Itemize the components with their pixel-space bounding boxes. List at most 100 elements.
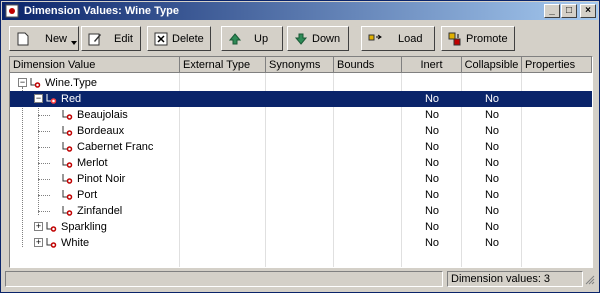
- toolbar: New Edit Delete Up Down Load Promote: [5, 26, 597, 54]
- tree-row-cabernet-franc[interactable]: Cabernet Franc No No: [10, 139, 592, 155]
- down-button[interactable]: Down: [287, 26, 349, 51]
- tree-row-red[interactable]: − Red No No: [10, 91, 592, 107]
- arrow-down-icon: [294, 33, 308, 45]
- dimension-value-icon: [62, 206, 73, 216]
- dimension-value-label: White: [61, 237, 90, 249]
- collapse-toggle[interactable]: −: [34, 94, 43, 103]
- collapsible-value: No: [484, 109, 500, 121]
- inert-value: No: [424, 237, 440, 249]
- minimize-icon: _: [549, 5, 555, 16]
- collapsible-value: No: [484, 141, 500, 153]
- tree-row-white[interactable]: + White No No: [10, 235, 592, 251]
- minimize-button[interactable]: _: [544, 4, 560, 18]
- inert-value: No: [424, 125, 440, 137]
- inert-value: No: [424, 221, 440, 233]
- resize-grip-icon[interactable]: [585, 275, 595, 285]
- tree-row-port[interactable]: Port No No: [10, 187, 592, 203]
- collapsible-value: No: [484, 189, 500, 201]
- dimension-values-count: Dimension values: 3: [447, 271, 583, 287]
- tree-connector-line: [38, 179, 50, 180]
- tree-connector-line: [38, 211, 50, 212]
- tree-row-zinfandel[interactable]: Zinfandel No No: [10, 203, 592, 219]
- title-bar[interactable]: Dimension Values: Wine Type _ □ ×: [2, 2, 598, 20]
- dimension-value-label: Red: [61, 93, 82, 105]
- promote-button[interactable]: Promote: [441, 26, 515, 51]
- inert-value: No: [424, 93, 440, 105]
- dimension-value-label: Merlot: [77, 157, 108, 169]
- delete-label: Delete: [172, 33, 204, 45]
- column-header-properties[interactable]: Properties: [522, 57, 592, 73]
- column-header-external-type[interactable]: External Type: [180, 57, 266, 73]
- up-label: Up: [254, 33, 269, 45]
- tree-row-merlot[interactable]: Merlot No No: [10, 155, 592, 171]
- tree-connector-line: [38, 195, 50, 196]
- tree-connector-line: [38, 163, 50, 164]
- maximize-button[interactable]: □: [561, 4, 577, 18]
- tree-connector-line: [38, 115, 50, 116]
- dimension-value-icon: [62, 174, 73, 184]
- collapsible-value: No: [484, 173, 500, 185]
- new-label: New: [45, 33, 68, 45]
- dimension-value-icon: [46, 94, 57, 104]
- edit-icon: [88, 33, 101, 46]
- dimension-value-icon: [46, 222, 57, 232]
- column-header-dimension-value[interactable]: Dimension Value: [10, 57, 180, 73]
- tree-row-wine-type[interactable]: − Wine.Type: [10, 75, 592, 91]
- collapse-toggle[interactable]: −: [18, 78, 27, 87]
- dimension-value-icon: [46, 238, 57, 248]
- dimension-value-label: Beaujolais: [77, 109, 128, 121]
- collapsible-value: No: [484, 93, 500, 105]
- inert-value: No: [424, 189, 440, 201]
- dimension-value-label: Port: [77, 189, 98, 201]
- maximize-icon: □: [565, 5, 573, 16]
- status-panel-empty: [5, 271, 443, 287]
- dimension-value-label: Sparkling: [61, 221, 107, 233]
- edit-button[interactable]: Edit: [81, 26, 141, 51]
- dimension-value-icon: [62, 110, 73, 120]
- tree-row-bordeaux[interactable]: Bordeaux No No: [10, 123, 592, 139]
- tree-row-beaujolais[interactable]: Beaujolais No No: [10, 107, 592, 123]
- column-header-bounds[interactable]: Bounds: [334, 57, 402, 73]
- tree-connector-line: [38, 131, 50, 132]
- tree-row-pinot-noir[interactable]: Pinot Noir No No: [10, 171, 592, 187]
- column-header-inert[interactable]: Inert: [402, 57, 462, 73]
- inert-value: No: [424, 109, 440, 121]
- dimension-value-label: Bordeaux: [77, 125, 125, 137]
- dimension-values-grid[interactable]: Dimension Value External Type Synonyms B…: [9, 56, 593, 268]
- dimension-value-icon: [30, 78, 41, 88]
- dimension-value-label: Pinot Noir: [77, 173, 126, 185]
- tree-row-sparkling[interactable]: + Sparkling No No: [10, 219, 592, 235]
- dimension-value-label: Cabernet Franc: [77, 141, 154, 153]
- window-title: Dimension Values: Wine Type: [24, 5, 179, 17]
- collapsible-value: No: [484, 237, 500, 249]
- inert-value: No: [424, 157, 440, 169]
- load-button[interactable]: Load: [361, 26, 435, 51]
- collapsible-value: No: [484, 157, 500, 169]
- load-label: Load: [398, 33, 423, 45]
- edit-label: Edit: [114, 33, 133, 45]
- tree-connector-line: [38, 147, 50, 148]
- load-icon: [368, 34, 382, 41]
- arrow-up-icon: [228, 33, 242, 45]
- column-header-collapsible[interactable]: Collapsible: [462, 57, 522, 73]
- dimension-value-icon: [62, 142, 73, 152]
- inert-value: No: [424, 173, 440, 185]
- inert-value: No: [424, 141, 440, 153]
- delete-icon: [154, 32, 168, 46]
- new-document-icon: [17, 32, 29, 46]
- dimension-value-icon: [62, 158, 73, 168]
- up-button[interactable]: Up: [221, 26, 283, 51]
- expand-toggle[interactable]: +: [34, 238, 43, 247]
- close-icon: ×: [585, 5, 591, 16]
- close-button[interactable]: ×: [580, 4, 596, 18]
- down-label: Down: [312, 33, 341, 45]
- collapsible-value: No: [484, 205, 500, 217]
- dimension-value-icon: [62, 190, 73, 200]
- app-icon: [5, 4, 19, 18]
- delete-button[interactable]: Delete: [147, 26, 211, 51]
- dimension-values-window: Dimension Values: Wine Type _ □ × New Ed…: [0, 0, 600, 293]
- promote-label: Promote: [466, 33, 508, 45]
- expand-toggle[interactable]: +: [34, 222, 43, 231]
- column-header-synonyms[interactable]: Synonyms: [266, 57, 334, 73]
- new-button[interactable]: New: [9, 26, 79, 51]
